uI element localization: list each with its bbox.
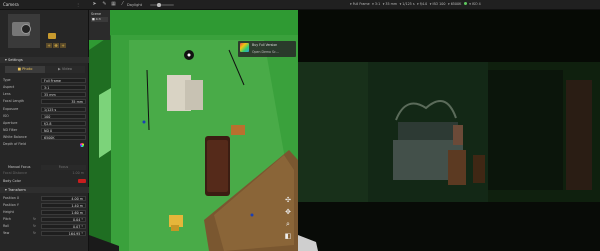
settings-section-header[interactable]: ▾ Settings [0, 57, 89, 63]
focal-length-row: Focal Length 35 mm [3, 98, 86, 105]
focal-distance-value[interactable]: 1.00 m [41, 171, 86, 177]
render-image [298, 10, 600, 251]
focal-length-label: Focal Length [3, 99, 24, 104]
nd-filter-label: ND Filter [3, 128, 18, 133]
rotate-icon[interactable]: ↻ [33, 231, 36, 235]
brush-tool-icon[interactable]: ⁄ [119, 1, 126, 8]
exposure-select[interactable]: 1/125 s [41, 106, 86, 112]
depth-of-field-toggle[interactable] [80, 143, 84, 147]
exposure-row: Exposure 1/125 s [3, 106, 86, 113]
plus-icon[interactable]: + [60, 43, 66, 48]
focal-distance-label: Focal Distance [3, 171, 28, 175]
camera-type-icon[interactable] [48, 33, 56, 39]
nd-filter-select[interactable]: ND 0 [41, 127, 86, 133]
iso-dropdown[interactable]: ▾ ISO 100 [430, 2, 446, 6]
focal-length-input[interactable]: 35 mm [41, 98, 86, 104]
manual-focus-button[interactable]: Focus [41, 164, 86, 170]
position-y-label: Position Y [3, 203, 19, 208]
manual-focus-label: Manual Focus [8, 165, 31, 170]
lens-select[interactable]: 35 mm [41, 91, 86, 97]
move-icon[interactable]: ✥ [53, 43, 59, 48]
pitch-row: Pitch ↻ 0.04 ° [3, 216, 86, 223]
roll-row: Roll ↻ 0.07 ° [3, 223, 86, 230]
add-icon[interactable]: + [46, 43, 52, 48]
position-y-input[interactable]: 1.40 m [41, 202, 86, 208]
daylight-slider[interactable] [150, 4, 174, 6]
type-row: Type Full Frame [3, 77, 86, 84]
iso-row: ISO 100 [3, 113, 86, 120]
mode-tabs: ■ Photo ▶ Video [5, 66, 85, 73]
focal-distance-row: Focal Distance 1.00 m [3, 171, 86, 177]
exposure-dropdown[interactable]: ▾ 1/125 s [400, 2, 415, 6]
depth-of-field-row: Depth of Field [3, 141, 86, 148]
rotate-icon[interactable]: ↻ [33, 224, 36, 228]
grid-tool-icon[interactable]: ▦ [110, 1, 117, 8]
zoom-icon[interactable]: ⌕ [284, 220, 292, 228]
position-x-input[interactable]: 4.00 m [41, 195, 86, 201]
camera-view-icon[interactable]: ◧ [284, 232, 292, 240]
camera-lens-icon [21, 24, 31, 34]
white-balance-row: White Balance 6500K [3, 134, 86, 141]
render-settings-bar: ▾ Full Frame ▾ 3:1 ▾ 35 mm ▾ 1/125 s ▾ f… [350, 2, 481, 6]
pen-tool-icon[interactable]: ✎ [101, 1, 108, 8]
aperture-row: Aperture f/2.8 [3, 120, 86, 127]
open-demo-scene-link[interactable]: Open Demo Sc... [252, 50, 279, 54]
aperture-label: Aperture [3, 121, 18, 126]
quality-dropdown[interactable]: ▾ ISO 4 [469, 2, 481, 6]
pan-icon[interactable]: ✥ [284, 208, 292, 216]
white-balance-dropdown[interactable]: ▾ 6500K [448, 2, 461, 6]
position-y-row: Position Y 1.40 m [3, 202, 86, 209]
aspect-label: Aspect [3, 85, 15, 90]
white-balance-select[interactable]: 6500K [41, 134, 86, 140]
top-toolbar [0, 0, 600, 10]
camera-actions: + ✥ + [46, 43, 66, 48]
panel-menu-icon[interactable]: ⋮ [76, 2, 80, 7]
aspect-row: Aspect 3:1 [3, 84, 86, 91]
iso-select[interactable]: 100 [41, 113, 86, 119]
lens-dropdown[interactable]: ▾ 35 mm [383, 2, 397, 6]
orbit-icon[interactable]: ✣ [284, 196, 292, 204]
app-logo-icon [240, 43, 249, 52]
aspect-dropdown[interactable]: ▾ 3:1 [372, 2, 380, 6]
body-color-row: Body Color [3, 178, 86, 185]
yaw-row: Yaw ↻ 164.95 ° [3, 230, 86, 237]
depth-of-field-label: Depth of Field [3, 142, 26, 147]
lens-label: Lens [3, 92, 11, 97]
height-label: Height [3, 210, 14, 215]
rotate-icon[interactable]: ↻ [33, 217, 36, 221]
camera-render-view[interactable] [298, 10, 600, 251]
format-dropdown[interactable]: ▾ Full Frame [350, 2, 370, 6]
roll-input[interactable]: 0.07 ° [41, 223, 86, 229]
buy-full-version-link[interactable]: Buy Full Version [252, 43, 277, 47]
type-select[interactable]: Full Frame [41, 77, 86, 83]
body-color-swatch[interactable] [78, 179, 86, 184]
select-tool-icon[interactable]: ➤ [91, 1, 98, 8]
transform-section-header[interactable]: ▾ Transform [0, 187, 89, 193]
daylight-slider-knob[interactable] [157, 3, 161, 7]
white-balance-label: White Balance [3, 135, 27, 140]
height-row: Height 1.60 m [3, 209, 86, 216]
lens-row: Lens 35 mm [3, 91, 86, 98]
height-input[interactable]: 1.60 m [41, 209, 86, 215]
nd-filter-row: ND Filter ND 0 [3, 127, 86, 134]
yaw-input[interactable]: 164.95 ° [41, 230, 86, 236]
aperture-select[interactable]: f/2.8 [41, 120, 86, 126]
tab-video[interactable]: ▶ Video [45, 66, 85, 73]
daylight-label: Daylight [127, 2, 143, 7]
manual-focus-row: Manual Focus Focus [3, 164, 86, 171]
app-title: Camera [3, 2, 19, 7]
status-green-icon [463, 2, 467, 6]
exposure-label: Exposure [3, 107, 19, 112]
aperture-dropdown[interactable]: ▾ f/4.0 [417, 2, 427, 6]
view-preset-button[interactable]: ■ 4:3 [91, 17, 108, 22]
type-label: Type [3, 78, 11, 83]
tab-photo[interactable]: ■ Photo [5, 66, 45, 73]
position-x-row: Position X 4.00 m [3, 195, 86, 202]
position-x-label: Position X [3, 196, 20, 201]
view-label: Scene [91, 12, 102, 16]
aspect-select[interactable]: 3:1 [41, 84, 86, 90]
body-color-label: Body Color [3, 179, 21, 184]
iso-label: ISO [3, 114, 9, 119]
pitch-input[interactable]: 0.04 ° [41, 216, 86, 222]
